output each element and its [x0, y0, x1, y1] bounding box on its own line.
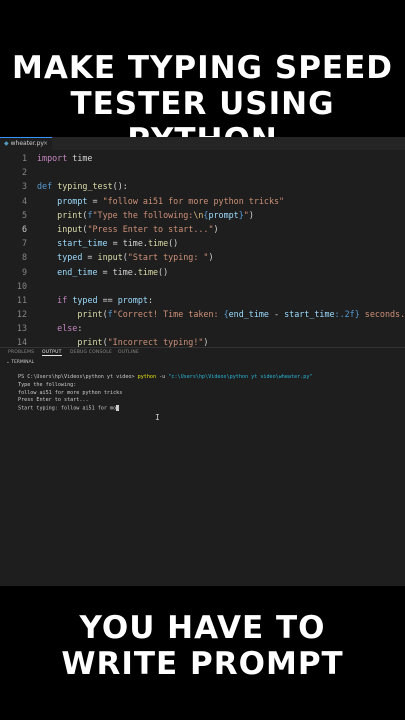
line-number: 10	[16, 280, 27, 291]
code-line: 13 else:	[0, 321, 405, 335]
line-number: 12	[16, 309, 27, 320]
ibeam-cursor-icon: I	[155, 413, 160, 422]
line-number: 2	[21, 167, 27, 178]
code-line: 9 end_time = time.time()	[0, 265, 405, 279]
line-number: 11	[16, 294, 27, 305]
terminal-prompt: PS C:\Users\hp\Videos\python yt video>	[18, 374, 135, 380]
code-line: 5 print(f"Type the following:\n{prompt}"…	[0, 208, 405, 222]
close-tab-icon[interactable]: ×	[43, 138, 48, 150]
code-line: 10	[0, 279, 405, 293]
code-line: 6 input("Press Enter to start...")	[0, 222, 405, 236]
line-number: 5	[21, 209, 27, 220]
tab-debug-console[interactable]: DEBUG CONSOLE	[70, 350, 112, 355]
terminal-output-line: Press Enter to start...	[18, 397, 89, 404]
caption-line-1: YOU HAVE TO	[79, 610, 326, 646]
code-line: 11 if typed == prompt:	[0, 293, 405, 307]
line-number: 9	[21, 266, 27, 277]
panel-tab-bar: PROBLEMS OUTPUT DEBUG CONSOLE OUTLINE	[0, 348, 405, 358]
terminal-flag: -u	[159, 374, 166, 380]
line-number: 8	[21, 252, 27, 263]
code-line: 8 typed = input("Start typing: ")	[0, 250, 405, 264]
line-number: 1	[21, 153, 27, 163]
terminal-output-line: follow ai51 for more python tricks	[18, 389, 123, 396]
line-number: 7	[21, 238, 27, 249]
text-cursor	[116, 405, 120, 412]
line-number: 4	[21, 195, 27, 206]
title-line-1: MAKE TYPING SPEED	[12, 50, 393, 86]
line-number: 3	[21, 181, 27, 192]
code-line: 7 start_time = time.time()	[0, 236, 405, 250]
bottom-panel: PROBLEMS OUTPUT DEBUG CONSOLE OUTLINE ⌄ …	[0, 347, 405, 586]
code-line: 2	[0, 165, 405, 179]
caption-line-2: WRITE PROMPT	[61, 646, 344, 682]
terminal-command-line: PS C:\Users\hp\Videos\python yt video> p…	[18, 374, 401, 382]
terminal-output-line: Type the following:	[18, 381, 77, 388]
terminal-input-line[interactable]: Start typing: follow ai51 for mo	[18, 405, 401, 413]
tab-problems[interactable]: PROBLEMS	[8, 350, 34, 355]
line-number: 13	[16, 323, 27, 334]
terminal-label: TERMINAL	[11, 360, 35, 365]
terminal-section-header[interactable]: ⌄ TERMINAL	[6, 360, 34, 365]
code-editor: ◆ wheater.py × 1 import time 2 3 def typing…	[0, 137, 405, 376]
terminal-path: "c:\Users\hp\Videos\python yt video\whea…	[168, 374, 313, 380]
video-caption-bottom: YOU HAVE TO WRITE PROMPT	[0, 610, 405, 682]
python-file-icon: ◆	[4, 140, 9, 147]
tab-outline[interactable]: OUTLINE	[118, 350, 139, 355]
tab-output[interactable]: OUTPUT	[42, 350, 62, 356]
terminal-command: python	[137, 374, 157, 380]
file-tab-wheater[interactable]: ◆ wheater.py ×	[0, 137, 52, 150]
terminal-output-line: Start typing: follow ai51 for mo	[18, 405, 117, 412]
code-line: 3 def typing_test():	[0, 179, 405, 193]
code-line: 1 import time	[0, 151, 405, 165]
code-area[interactable]: 1 import time 2 3 def typing_test(): 4 pro…	[0, 151, 405, 378]
editor-tab-bar: ◆ wheater.py ×	[0, 137, 405, 150]
code-line: 4 prompt = "follow ai51 for more python …	[0, 194, 405, 208]
terminal[interactable]: PS C:\Users\hp\Videos\python yt video> p…	[18, 374, 401, 413]
code-line: 12 print(f"Correct! Time taken: {end_tim…	[0, 307, 405, 321]
tab-label: wheater.py	[10, 140, 44, 147]
line-number: 6	[21, 223, 27, 234]
